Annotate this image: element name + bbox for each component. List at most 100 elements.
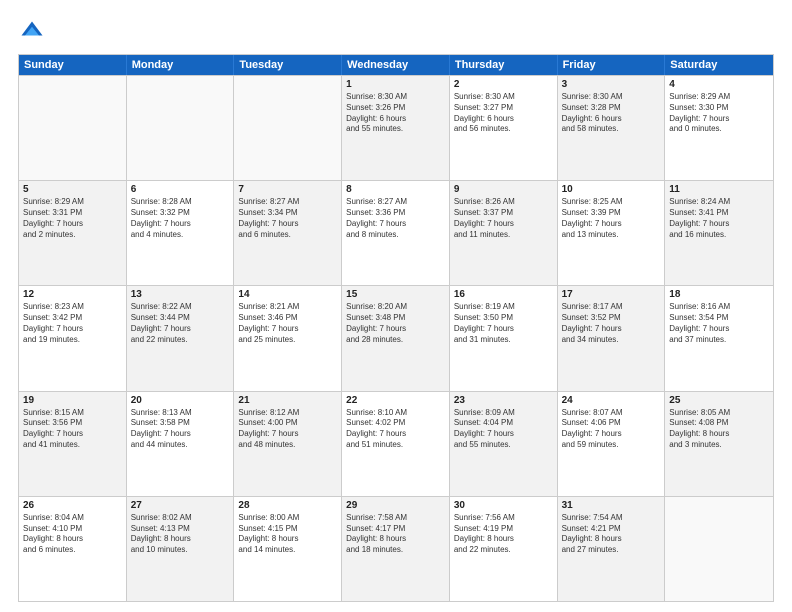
- day-info: Sunrise: 8:15 AM Sunset: 3:56 PM Dayligh…: [23, 408, 122, 451]
- day-info: Sunrise: 7:54 AM Sunset: 4:21 PM Dayligh…: [562, 513, 661, 556]
- day-info: Sunrise: 8:25 AM Sunset: 3:39 PM Dayligh…: [562, 197, 661, 240]
- calendar-row: 5Sunrise: 8:29 AM Sunset: 3:31 PM Daylig…: [19, 180, 773, 285]
- day-number: 20: [131, 395, 230, 406]
- calendar-cell: 13 Sunrise: 8:22 AM Sunset: 3:44 PM Dayli…: [127, 286, 235, 390]
- calendar-cell: 14Sunrise: 8:21 AM Sunset: 3:46 PM Dayli…: [234, 286, 342, 390]
- calendar-cell: 25 Sunrise: 8:05 AM Sunset: 4:08 PM Dayli…: [665, 392, 773, 496]
- day-info: Sunrise: 8:23 AM Sunset: 3:42 PM Dayligh…: [23, 302, 122, 345]
- day-info: Sunrise: 8:30 AM Sunset: 3:27 PM Dayligh…: [454, 92, 553, 135]
- day-info: Sunrise: 8:17 AM Sunset: 3:52 PM Dayligh…: [562, 302, 661, 345]
- day-number: 1: [346, 79, 445, 90]
- day-info: Sunrise: 8:22 AM Sunset: 3:44 PM Dayligh…: [131, 302, 230, 345]
- calendar-cell: 7 Sunrise: 8:27 AM Sunset: 3:34 PM Daylig…: [234, 181, 342, 285]
- day-info: Sunrise: 8:20 AM Sunset: 3:48 PM Dayligh…: [346, 302, 445, 345]
- day-info: Sunrise: 8:02 AM Sunset: 4:13 PM Dayligh…: [131, 513, 230, 556]
- day-number: 9: [454, 184, 553, 195]
- calendar-cell: 6 Sunrise: 8:28 AM Sunset: 3:32 PM Daylig…: [127, 181, 235, 285]
- logo: [18, 18, 50, 46]
- day-number: 23: [454, 395, 553, 406]
- calendar-body: 1 Sunrise: 8:30 AM Sunset: 3:26 PM Daylig…: [19, 75, 773, 601]
- calendar-row: 26Sunrise: 8:04 AM Sunset: 4:10 PM Dayli…: [19, 496, 773, 601]
- calendar-cell: 31 Sunrise: 7:54 AM Sunset: 4:21 PM Dayli…: [558, 497, 666, 601]
- day-number: 5: [23, 184, 122, 195]
- day-number: 31: [562, 500, 661, 511]
- weekday-header: Wednesday: [342, 55, 450, 75]
- day-number: 28: [238, 500, 337, 511]
- page: SundayMondayTuesdayWednesdayThursdayFrid…: [0, 0, 792, 612]
- day-number: 30: [454, 500, 553, 511]
- day-number: 21: [238, 395, 337, 406]
- day-number: 3: [562, 79, 661, 90]
- day-number: 7: [238, 184, 337, 195]
- calendar-cell: 18 Sunrise: 8:16 AM Sunset: 3:54 PM Dayli…: [665, 286, 773, 390]
- weekday-header: Sunday: [19, 55, 127, 75]
- calendar-cell: 2 Sunrise: 8:30 AM Sunset: 3:27 PM Daylig…: [450, 76, 558, 180]
- weekday-header: Friday: [558, 55, 666, 75]
- day-number: 12: [23, 289, 122, 300]
- logo-icon: [18, 18, 46, 46]
- day-number: 2: [454, 79, 553, 90]
- day-info: Sunrise: 8:05 AM Sunset: 4:08 PM Dayligh…: [669, 408, 769, 451]
- calendar-cell: 10 Sunrise: 8:25 AM Sunset: 3:39 PM Dayli…: [558, 181, 666, 285]
- calendar-cell: 30 Sunrise: 7:56 AM Sunset: 4:19 PM Dayli…: [450, 497, 558, 601]
- calendar-cell: 29Sunrise: 7:58 AM Sunset: 4:17 PM Dayli…: [342, 497, 450, 601]
- calendar-row: 12 Sunrise: 8:23 AM Sunset: 3:42 PM Dayli…: [19, 285, 773, 390]
- header: [18, 18, 774, 46]
- day-info: Sunrise: 8:07 AM Sunset: 4:06 PM Dayligh…: [562, 408, 661, 451]
- calendar-cell: 3 Sunrise: 8:30 AM Sunset: 3:28 PM Daylig…: [558, 76, 666, 180]
- day-number: 25: [669, 395, 769, 406]
- weekday-header: Thursday: [450, 55, 558, 75]
- weekday-header: Monday: [127, 55, 235, 75]
- day-info: Sunrise: 8:29 AM Sunset: 3:30 PM Dayligh…: [669, 92, 769, 135]
- day-number: 4: [669, 79, 769, 90]
- calendar-cell: 16Sunrise: 8:19 AM Sunset: 3:50 PM Dayli…: [450, 286, 558, 390]
- calendar-cell: 15 Sunrise: 8:20 AM Sunset: 3:48 PM Dayli…: [342, 286, 450, 390]
- calendar-header: SundayMondayTuesdayWednesdayThursdayFrid…: [19, 55, 773, 75]
- day-number: 15: [346, 289, 445, 300]
- day-number: 13: [131, 289, 230, 300]
- calendar-cell: 19 Sunrise: 8:15 AM Sunset: 3:56 PM Dayli…: [19, 392, 127, 496]
- calendar-cell: 21 Sunrise: 8:12 AM Sunset: 4:00 PM Dayli…: [234, 392, 342, 496]
- day-number: 16: [454, 289, 553, 300]
- day-number: 19: [23, 395, 122, 406]
- day-number: 26: [23, 500, 122, 511]
- calendar-cell: 5Sunrise: 8:29 AM Sunset: 3:31 PM Daylig…: [19, 181, 127, 285]
- weekday-header: Saturday: [665, 55, 773, 75]
- day-info: Sunrise: 8:24 AM Sunset: 3:41 PM Dayligh…: [669, 197, 769, 240]
- day-info: Sunrise: 8:26 AM Sunset: 3:37 PM Dayligh…: [454, 197, 553, 240]
- calendar-row: 1 Sunrise: 8:30 AM Sunset: 3:26 PM Daylig…: [19, 75, 773, 180]
- calendar-cell: 26Sunrise: 8:04 AM Sunset: 4:10 PM Dayli…: [19, 497, 127, 601]
- calendar-cell: 8Sunrise: 8:27 AM Sunset: 3:36 PM Daylig…: [342, 181, 450, 285]
- calendar-cell: 1 Sunrise: 8:30 AM Sunset: 3:26 PM Daylig…: [342, 76, 450, 180]
- calendar-cell: 23Sunrise: 8:09 AM Sunset: 4:04 PM Dayli…: [450, 392, 558, 496]
- calendar-cell: 24Sunrise: 8:07 AM Sunset: 4:06 PM Dayli…: [558, 392, 666, 496]
- day-info: Sunrise: 8:28 AM Sunset: 3:32 PM Dayligh…: [131, 197, 230, 240]
- day-number: 11: [669, 184, 769, 195]
- day-number: 29: [346, 500, 445, 511]
- calendar-cell: 28 Sunrise: 8:00 AM Sunset: 4:15 PM Dayli…: [234, 497, 342, 601]
- day-number: 22: [346, 395, 445, 406]
- day-number: 6: [131, 184, 230, 195]
- day-info: Sunrise: 8:27 AM Sunset: 3:34 PM Dayligh…: [238, 197, 337, 240]
- calendar-cell: [665, 497, 773, 601]
- calendar-cell: 22 Sunrise: 8:10 AM Sunset: 4:02 PM Dayli…: [342, 392, 450, 496]
- calendar-cell: 20Sunrise: 8:13 AM Sunset: 3:58 PM Dayli…: [127, 392, 235, 496]
- calendar-cell: 27 Sunrise: 8:02 AM Sunset: 4:13 PM Dayli…: [127, 497, 235, 601]
- day-info: Sunrise: 7:56 AM Sunset: 4:19 PM Dayligh…: [454, 513, 553, 556]
- calendar-row: 19 Sunrise: 8:15 AM Sunset: 3:56 PM Dayli…: [19, 391, 773, 496]
- day-number: 17: [562, 289, 661, 300]
- calendar-cell: [234, 76, 342, 180]
- day-info: Sunrise: 8:16 AM Sunset: 3:54 PM Dayligh…: [669, 302, 769, 345]
- day-number: 10: [562, 184, 661, 195]
- day-info: Sunrise: 8:27 AM Sunset: 3:36 PM Dayligh…: [346, 197, 445, 240]
- day-info: Sunrise: 8:21 AM Sunset: 3:46 PM Dayligh…: [238, 302, 337, 345]
- calendar-cell: 9 Sunrise: 8:26 AM Sunset: 3:37 PM Daylig…: [450, 181, 558, 285]
- day-info: Sunrise: 8:00 AM Sunset: 4:15 PM Dayligh…: [238, 513, 337, 556]
- day-info: Sunrise: 8:10 AM Sunset: 4:02 PM Dayligh…: [346, 408, 445, 451]
- day-number: 27: [131, 500, 230, 511]
- day-info: Sunrise: 8:30 AM Sunset: 3:26 PM Dayligh…: [346, 92, 445, 135]
- day-number: 18: [669, 289, 769, 300]
- day-info: Sunrise: 8:12 AM Sunset: 4:00 PM Dayligh…: [238, 408, 337, 451]
- calendar-cell: 17 Sunrise: 8:17 AM Sunset: 3:52 PM Dayli…: [558, 286, 666, 390]
- day-info: Sunrise: 8:30 AM Sunset: 3:28 PM Dayligh…: [562, 92, 661, 135]
